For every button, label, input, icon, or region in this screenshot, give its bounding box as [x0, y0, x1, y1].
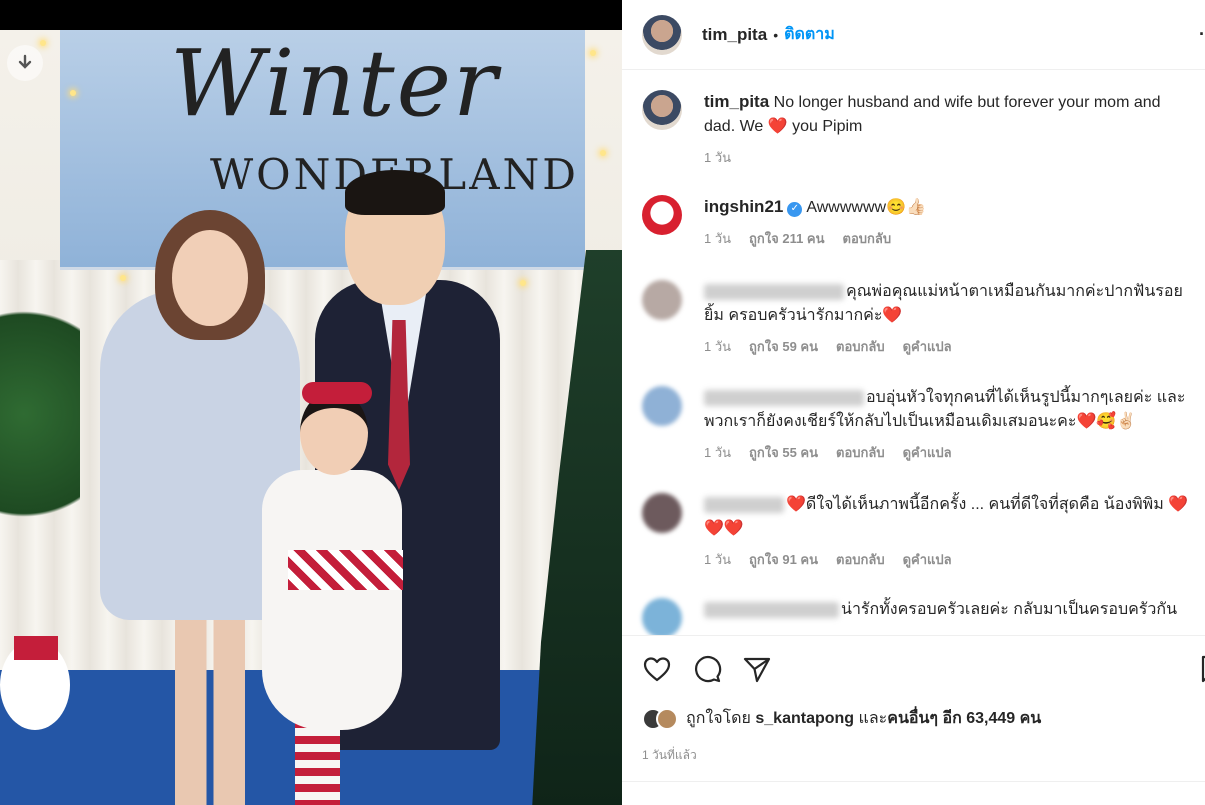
reply-button[interactable]: ตอบกลับ: [836, 442, 885, 463]
redacted-username: [704, 389, 864, 406]
separator-dot: •: [773, 26, 779, 43]
commenter-avatar[interactable]: [642, 386, 682, 426]
post-header: tim_pita • ติดตาม ·: [622, 0, 1205, 70]
comment-likes[interactable]: ถูกใจ 55 คน: [749, 442, 818, 463]
download-icon[interactable]: [7, 45, 43, 81]
author-avatar[interactable]: [642, 90, 682, 130]
bookmark-icon[interactable]: [1197, 654, 1205, 684]
comments-list[interactable]: tim_pita No longer husband and wife but …: [622, 70, 1205, 635]
caption-row: tim_pita No longer husband and wife but …: [642, 90, 1202, 168]
author-avatar[interactable]: [642, 14, 682, 55]
comment-time: 1 วัน: [704, 445, 732, 460]
heart-icon[interactable]: [642, 654, 672, 684]
author-username[interactable]: tim_pita: [702, 25, 767, 45]
likes-prefix: ถูกใจโดย: [686, 710, 751, 727]
likes-text[interactable]: ถูกใจโดย s_kantapong และคนอื่นๆ อีก 63,4…: [686, 706, 1041, 731]
comment-username[interactable]: ingshin21: [704, 197, 783, 216]
comment-text: น่ารักทั้งครอบครัวเลยค่ะ กลับมาเป็นครอบค…: [841, 601, 1178, 618]
commenter-avatar[interactable]: [642, 280, 682, 320]
comment-item: คุณพ่อคุณแม่หน้าตาเหมือนกันมากค่ะปากฟันร…: [642, 280, 1202, 357]
redacted-username: [704, 283, 844, 300]
banner-title: Winter: [170, 30, 500, 137]
reply-button[interactable]: ตอบกลับ: [843, 228, 892, 249]
caption-text: No longer husband and wife but forever y…: [704, 94, 1161, 135]
caption-username[interactable]: tim_pita: [704, 92, 769, 111]
comment-likes[interactable]: ถูกใจ 59 คน: [749, 336, 818, 357]
redacted-username: [704, 496, 784, 513]
likes-summary[interactable]: ถูกใจโดย s_kantapong และคนอื่นๆ อีก 63,4…: [642, 706, 1041, 731]
comment-likes[interactable]: ถูกใจ 211 คน: [749, 228, 825, 249]
divider: [622, 781, 1205, 782]
fairy-light: [120, 275, 126, 281]
girl-figure: [262, 470, 402, 730]
post-actions: ถูกใจโดย s_kantapong และคนอื่นๆ อีก 63,4…: [622, 635, 1205, 805]
fairy-light: [70, 90, 76, 96]
fairy-light: [590, 50, 596, 56]
woman-legs: [175, 610, 245, 805]
likes-others[interactable]: คนอื่นๆ อีก 63,449 คน: [887, 710, 1041, 727]
share-icon[interactable]: [742, 654, 772, 684]
potted-plant: [0, 310, 80, 570]
comment-time: 1 วัน: [704, 339, 732, 354]
comment-time: 1 วัน: [704, 552, 732, 567]
winter-wonderland-banner: Winter WONDERLAND: [60, 30, 585, 270]
comment-time: 1 วัน: [704, 231, 732, 246]
comment-item: ingshin21 ✓ Awwwwww😊👍🏻 1 วัน ถูกใจ 211 คน …: [642, 195, 1202, 249]
commenter-avatar[interactable]: [642, 493, 682, 533]
liker-avatar: [656, 707, 678, 730]
likes-first-user[interactable]: s_kantapong: [755, 710, 854, 727]
comment-likes[interactable]: ถูกใจ 91 คน: [749, 549, 818, 570]
more-options-icon[interactable]: ·: [1199, 24, 1205, 45]
post-side-panel: tim_pita • ติดตาม · tim_pita No longer h…: [622, 0, 1205, 805]
follow-button[interactable]: ติดตาม: [784, 22, 835, 47]
comment-item: อบอุ่นหัวใจทุกคนที่ได้เห็นรูปนี้มากๆเลยค…: [642, 386, 1202, 463]
commenter-avatar[interactable]: [642, 598, 682, 635]
commenter-avatar[interactable]: [642, 195, 682, 235]
post-photo[interactable]: Winter WONDERLAND: [0, 0, 622, 805]
girl-sash: [288, 550, 403, 590]
reply-button[interactable]: ตอบกลับ: [836, 549, 885, 570]
photo-canvas: Winter WONDERLAND: [0, 30, 622, 805]
fairy-light: [600, 150, 606, 156]
woman-face: [172, 230, 248, 326]
caption-time: 1 วัน: [704, 150, 732, 165]
post-timestamp[interactable]: 1 วันที่แล้ว: [642, 746, 697, 765]
translate-button[interactable]: ดูคำแปล: [903, 442, 952, 463]
reply-button[interactable]: ตอบกลับ: [836, 336, 885, 357]
comment-item: ❤️ดีใจได้เห็นภาพนี้อีกครั้ง ... คนที่ดีใ…: [642, 493, 1202, 570]
verified-badge-icon: ✓: [787, 201, 803, 217]
comment-item: น่ารักทั้งครอบครัวเลยค่ะ กลับมาเป็นครอบค…: [642, 598, 1202, 635]
man-hair: [345, 170, 445, 215]
girl-legs: [295, 720, 340, 805]
redacted-username: [704, 601, 839, 618]
comment-icon[interactable]: [692, 654, 722, 684]
likes-joiner: และ: [858, 710, 888, 727]
snowman-hat: [14, 636, 58, 660]
comment-text: Awwwwww😊👍🏻: [806, 199, 926, 216]
translate-button[interactable]: ดูคำแปล: [903, 336, 952, 357]
girl-bow: [302, 382, 372, 404]
fairy-light: [520, 280, 526, 286]
translate-button[interactable]: ดูคำแปล: [903, 549, 952, 570]
fairy-light: [40, 40, 46, 46]
instagram-post-view: Winter WONDERLAND: [0, 0, 1205, 805]
